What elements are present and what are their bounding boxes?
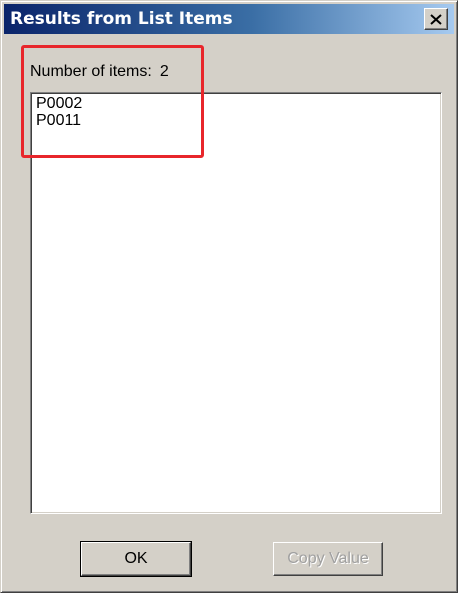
copy-value-button[interactable]: Copy Value [273,542,383,576]
list-item[interactable]: P0011 [31,112,441,129]
item-count-row: Number of items: 2 [30,63,169,81]
results-listbox[interactable]: P0002 P0011 [30,92,442,514]
title-bar[interactable]: Results from List Items [4,4,454,34]
results-list: P0002 P0011 [31,93,441,129]
ok-button[interactable]: OK [80,541,192,577]
dialog-title: Results from List Items [10,9,233,29]
close-button[interactable] [424,8,448,30]
list-item[interactable]: P0002 [31,95,441,112]
item-count-value: 2 [159,63,169,80]
close-x-icon [430,13,442,25]
item-count-label: Number of items: [30,63,152,80]
results-dialog: Results from List Items Number of items:… [0,0,458,593]
